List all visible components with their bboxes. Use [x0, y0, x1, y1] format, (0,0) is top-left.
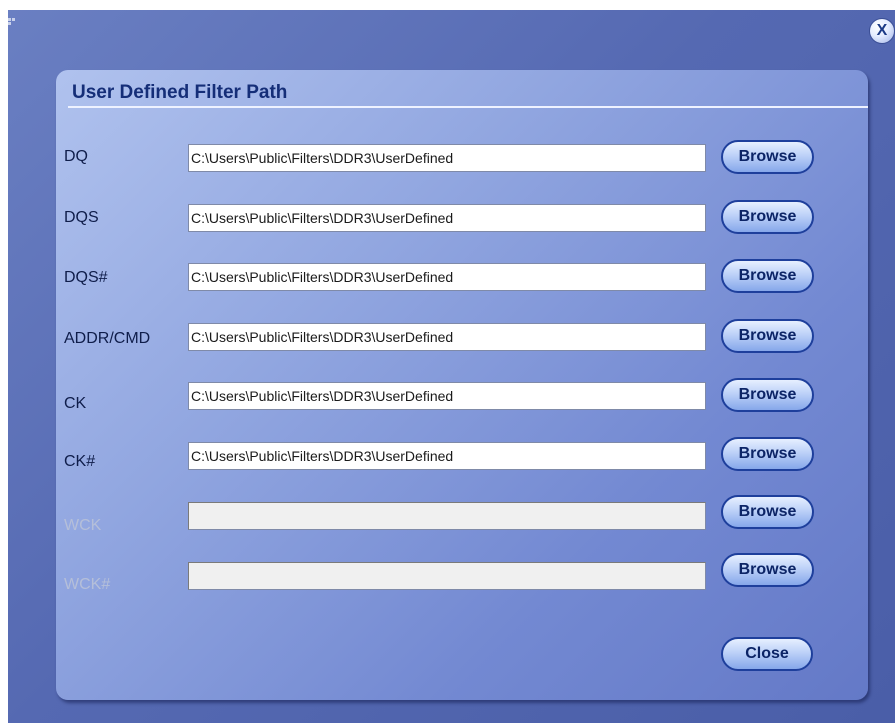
- row-label-ck-bar: CK#: [64, 453, 96, 470]
- path-input-dq[interactable]: C:\Users\Public\Filters\DDR3\UserDefined: [188, 144, 706, 172]
- filter-row-wck: WCK Browse: [56, 495, 868, 535]
- path-input-addr-cmd[interactable]: C:\Users\Public\Filters\DDR3\UserDefined: [188, 323, 706, 351]
- path-input-dqs[interactable]: C:\Users\Public\Filters\DDR3\UserDefined: [188, 204, 706, 232]
- browse-button-ck[interactable]: Browse: [721, 378, 814, 412]
- filter-row-ck-bar: CK# C:\Users\Public\Filters\DDR3\UserDef…: [56, 437, 868, 477]
- browse-button-dq[interactable]: Browse: [721, 140, 814, 174]
- row-label-ck: CK: [64, 395, 87, 412]
- path-input-wck-bar: [188, 562, 706, 590]
- dialog-window: User Defined Filter Path DQ C:\Users\Pub…: [8, 10, 895, 723]
- row-label-wck-bar: WCK#: [64, 576, 111, 593]
- resize-grip-icon[interactable]: [8, 18, 16, 28]
- filter-row-dqs-bar: DQS# C:\Users\Public\Filters\DDR3\UserDe…: [56, 259, 868, 299]
- row-label-dqs-bar: DQS#: [64, 269, 108, 286]
- browse-button-dqs-bar[interactable]: Browse: [721, 259, 814, 293]
- browse-button-wck-bar[interactable]: Browse: [721, 553, 814, 587]
- filter-row-addr-cmd: ADDR/CMD C:\Users\Public\Filters\DDR3\Us…: [56, 319, 868, 359]
- filter-row-dq: DQ C:\Users\Public\Filters\DDR3\UserDefi…: [56, 140, 868, 180]
- browse-button-addr-cmd[interactable]: Browse: [721, 319, 814, 353]
- row-label-dqs: DQS: [64, 209, 99, 226]
- browse-button-wck[interactable]: Browse: [721, 495, 814, 529]
- filter-row-ck: CK C:\Users\Public\Filters\DDR3\UserDefi…: [56, 378, 868, 418]
- browse-button-ck-bar[interactable]: Browse: [721, 437, 814, 471]
- title-divider: [68, 106, 868, 108]
- panel-title: User Defined Filter Path: [72, 82, 288, 103]
- filter-row-wck-bar: WCK# Browse: [56, 553, 868, 593]
- filter-row-dqs: DQS C:\Users\Public\Filters\DDR3\UserDef…: [56, 200, 868, 240]
- row-label-addr-cmd: ADDR/CMD: [64, 330, 151, 347]
- row-label-wck: WCK: [64, 517, 102, 534]
- row-label-dq: DQ: [64, 148, 88, 165]
- path-input-ck[interactable]: C:\Users\Public\Filters\DDR3\UserDefined: [188, 382, 706, 410]
- filter-path-panel: User Defined Filter Path DQ C:\Users\Pub…: [56, 70, 868, 700]
- browse-button-dqs[interactable]: Browse: [721, 200, 814, 234]
- close-button[interactable]: Close: [721, 637, 813, 671]
- path-input-dqs-bar[interactable]: C:\Users\Public\Filters\DDR3\UserDefined: [188, 263, 706, 291]
- path-input-ck-bar[interactable]: C:\Users\Public\Filters\DDR3\UserDefined: [188, 442, 706, 470]
- close-window-icon[interactable]: X: [869, 18, 895, 44]
- path-input-wck: [188, 502, 706, 530]
